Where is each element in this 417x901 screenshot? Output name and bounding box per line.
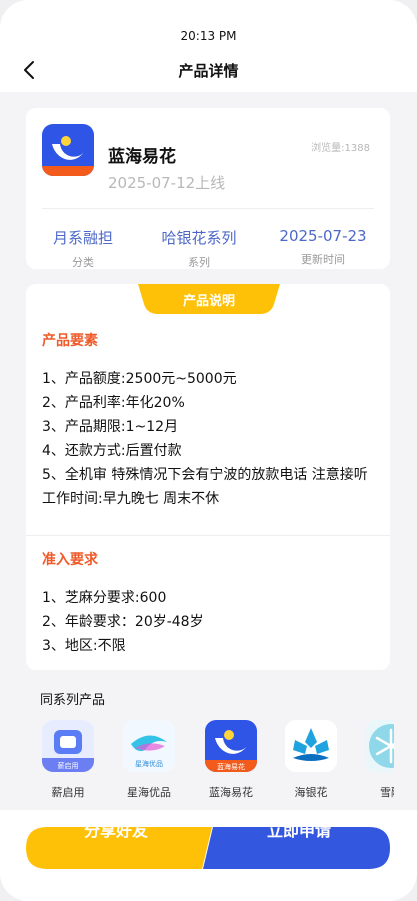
view-count: 浏览量:1388 [311, 143, 370, 154]
meta-series: 哈银花系列 系列 [139, 227, 259, 270]
nav-bar: 产品详情 [0, 48, 417, 92]
product-info-card: 蓝海易花 2025-07-12上线 浏览量:1388 月系融担 分类 哈银花系列… [26, 108, 390, 269]
haiyinhua-logo-icon [285, 720, 337, 772]
meta-series-value: 哈银花系列 [161, 229, 237, 247]
product-launch-date: 2025-07-12上线 [108, 174, 226, 192]
element-line: 3、产品期限:1~12月 [42, 419, 179, 435]
product-name: 蓝海易花 [108, 147, 176, 167]
apply-button-label[interactable]: 立即申请 [208, 810, 390, 852]
series-title: 同系列产品 [40, 693, 106, 708]
status-bar: 20:13 PM [0, 0, 417, 48]
meta-updated-value: 2025-07-23 [279, 227, 367, 245]
meta-category-value: 月系融担 [52, 229, 113, 247]
series-item-xinqiyong[interactable]: 薪启用 薪启用 [28, 720, 108, 800]
series-item-lanhai[interactable]: 蓝海易花 蓝海易花 [191, 720, 271, 800]
meta-updated: 2025-07-23 更新时间 [263, 227, 383, 267]
series-item-xinghai[interactable]: 星海优品 星海优品 [109, 720, 189, 800]
meta-category: 月系融担 分类 [23, 227, 143, 270]
divider [26, 535, 390, 536]
lanhai-logo-icon: 蓝海易花 [205, 720, 257, 772]
product-logo [42, 124, 94, 176]
series-item-xuerong[interactable]: 雪融 [351, 720, 394, 800]
elements-title: 产品要素 [42, 333, 98, 349]
lanhai-badge: 蓝海易花 [217, 762, 245, 771]
series-product-list[interactable]: 薪启用 薪启用 星海优品 星海优品 蓝海易花 蓝海易花 海银花 雪 [26, 720, 394, 804]
requirements-title: 准入要求 [42, 552, 98, 568]
lanhai-logo-icon [42, 124, 94, 176]
xinghai-badge: 星海优品 [135, 759, 163, 768]
element-line: 2、产品利率:年化20% [42, 395, 185, 411]
product-description-card: 产品说明 产品要素 1、产品额度:2500元~5000元 2、产品利率:年化20… [26, 284, 390, 670]
status-time: 20:13 PM [180, 29, 237, 43]
requirements-list: 1、芝麻分要求:600 2、年龄要求：20岁-48岁 3、地区:不限 [42, 586, 378, 658]
elements-list: 1、产品额度:2500元~5000元 2、产品利率:年化20% 3、产品期限:1… [42, 367, 378, 511]
requirement-line: 3、地区:不限 [42, 638, 126, 654]
requirement-line: 2、年龄要求：20岁-48岁 [42, 614, 204, 630]
series-item-haiyinhua[interactable]: 海银花 [271, 720, 351, 800]
phone-screen: 20:13 PM 产品详情 蓝海易花 2025-07-12上线 浏览量:1388 [0, 0, 417, 901]
xuerong-logo-icon [365, 720, 394, 772]
bottom-action-bar: 分享好友 立即申请 [0, 810, 417, 901]
element-line: 4、还款方式:后置付款 [42, 443, 182, 459]
ribbon-label: 产品说明 [182, 294, 235, 309]
series-item-name: 海银花 [294, 786, 328, 799]
requirement-line: 1、芝麻分要求:600 [42, 590, 167, 606]
series-item-name: 星海优品 [127, 786, 171, 799]
divider [42, 208, 374, 209]
xinqiyong-badge: 薪启用 [58, 761, 79, 770]
page-title: 产品详情 [178, 61, 239, 80]
element-line: 1、产品额度:2500元~5000元 [42, 371, 237, 387]
back-arrow-icon[interactable] [18, 58, 42, 82]
series-item-name: 蓝海易花 [209, 786, 253, 799]
element-line: 5、全机审 特殊情况下会有宁波的放款电话 注意接听工作时间:早九晚七 周末不休 [42, 467, 368, 507]
series-item-name: 薪启用 [51, 786, 85, 799]
content-area[interactable]: 蓝海易花 2025-07-12上线 浏览量:1388 月系融担 分类 哈银花系列… [0, 92, 417, 810]
series-item-name: 雪融 [380, 786, 394, 799]
xinghai-logo-icon: 星海优品 [123, 720, 175, 772]
meta-category-label: 分类 [72, 256, 94, 269]
xinqiyong-logo-icon: 薪启用 [42, 720, 94, 772]
meta-updated-label: 更新时间 [301, 253, 345, 266]
meta-series-label: 系列 [188, 256, 210, 269]
share-button-label[interactable]: 分享好友 [26, 810, 206, 852]
